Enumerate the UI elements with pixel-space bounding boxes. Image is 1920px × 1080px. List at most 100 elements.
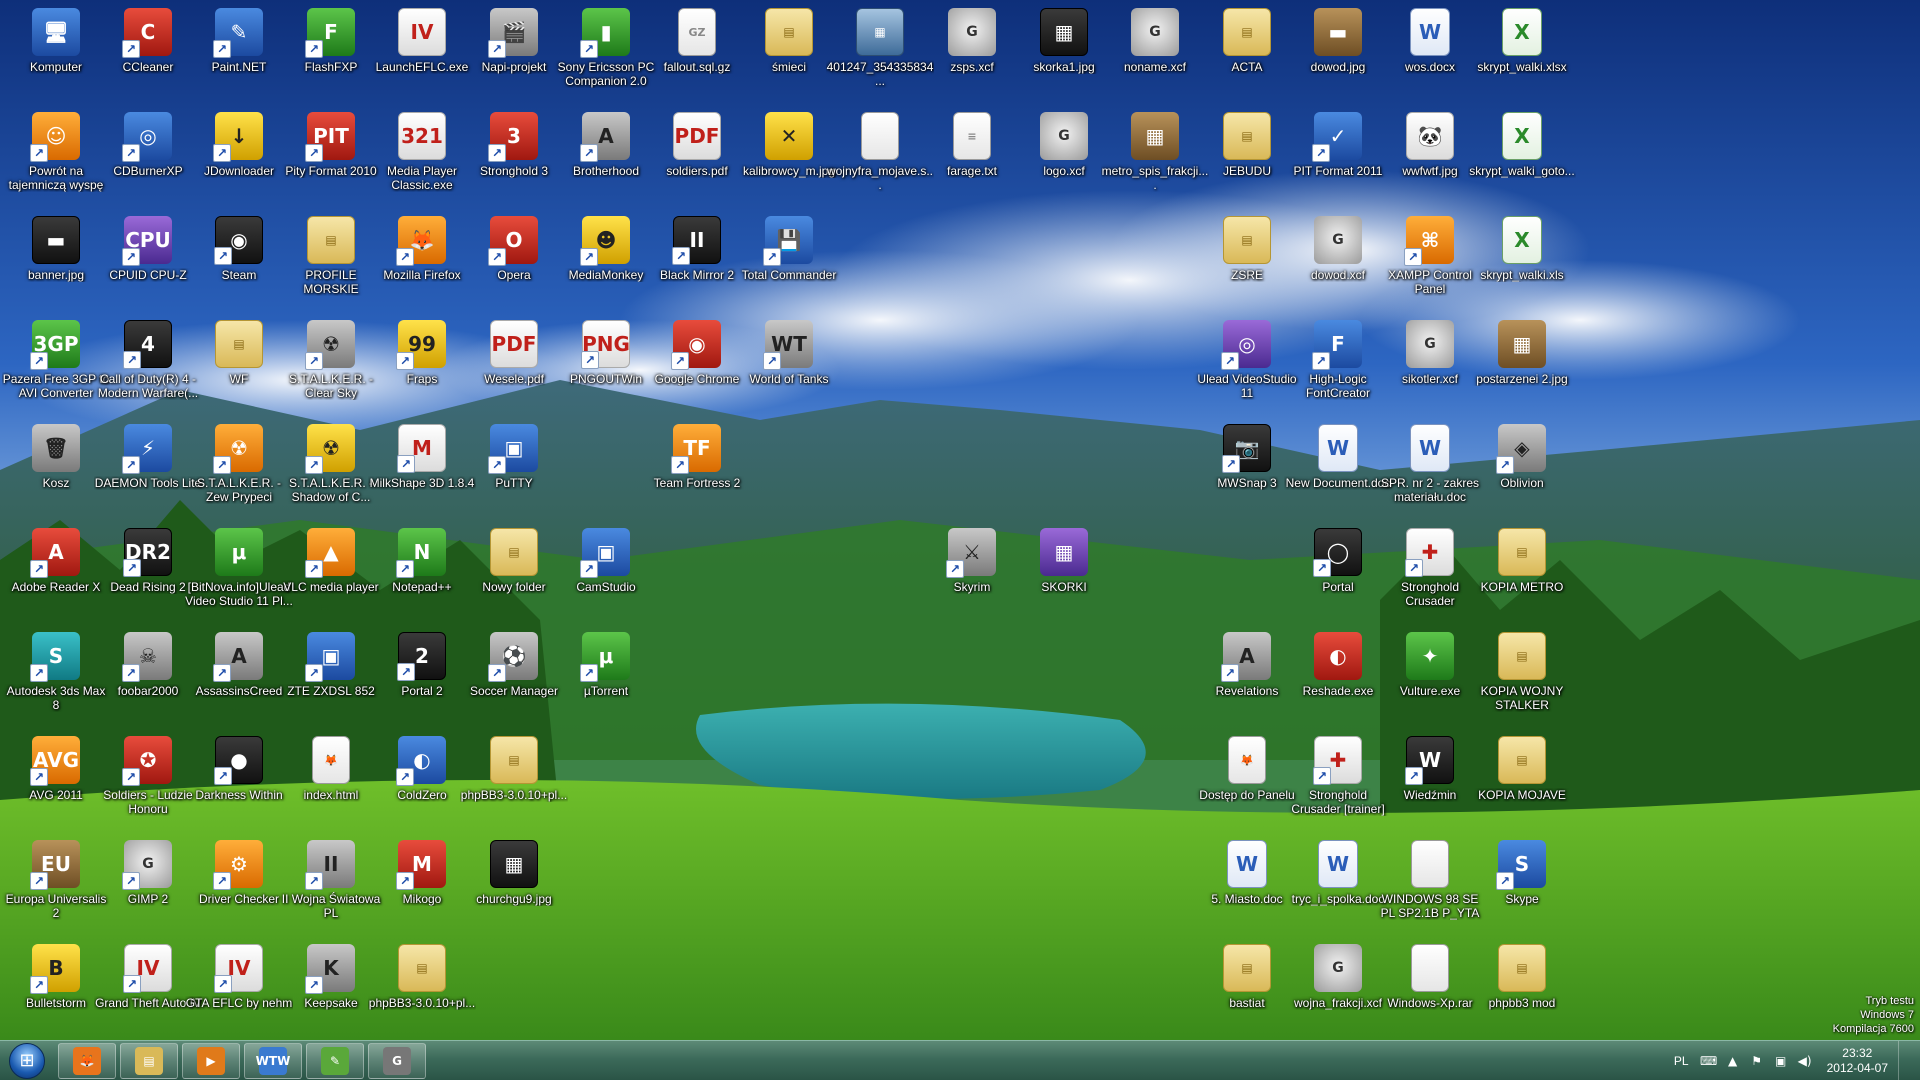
exe-icon: IV [398, 8, 446, 56]
chrome-icon: ◉ [671, 320, 721, 370]
notepad-icon: N [396, 528, 446, 578]
folder-icon: ▤ [1223, 944, 1271, 992]
desktop-icon[interactable]: μ µTorrent [550, 628, 662, 732]
desktop-icon[interactable]: ◈ Oblivion [1466, 420, 1578, 524]
folder-icon: ▤ [490, 736, 538, 784]
skype-icon: S [1496, 840, 1546, 890]
desktop-icon[interactable]: ▤ KOPIA WOJNY STALKER [1466, 628, 1578, 732]
desktop-icon[interactable]: S Skype [1466, 836, 1578, 940]
keyboard-icon[interactable]: ⌨ [1700, 1053, 1717, 1069]
desktop-icon-label: Oblivion [1500, 476, 1544, 490]
desktop-icon[interactable]: ▦ churchgu9.jpg [458, 836, 570, 940]
putty-icon: ▣ [488, 424, 538, 474]
tax-icon: ✓ [1312, 112, 1362, 162]
network-icon[interactable]: ▣ [1773, 1053, 1789, 1069]
desktop-icon-label: phpBB3-3.0.10+pl... [368, 996, 476, 1010]
flag-icon[interactable]: ⚑ [1749, 1053, 1765, 1069]
daemon-tools-icon: ⚡ [122, 424, 172, 474]
desktop-icon[interactable]: ▣ CamStudio [550, 524, 662, 628]
notepad-icon: ✎ [321, 1046, 349, 1075]
folder-icon: ▤ [135, 1046, 163, 1075]
game-icon: 3 [488, 112, 538, 162]
watermark-line-2: Windows 7 [1860, 1009, 1914, 1021]
html-file-icon: 🦊 [1228, 736, 1266, 784]
game-icon: IV [123, 944, 172, 993]
desktop-icon-label: Skype [1505, 892, 1539, 906]
desktop-icon[interactable]: WT World of Tanks [733, 316, 845, 420]
word-file-icon: W [1227, 840, 1267, 888]
folder-icon: ▤ [1498, 944, 1546, 992]
watermark-line-1: Tryb testu [1865, 995, 1915, 1007]
desktop-icon[interactable]: ▤ KOPIA MOJAVE [1466, 732, 1578, 836]
excel-file-icon: X [1502, 112, 1542, 160]
desktop-icon-area: 🖥Komputer☺Powrót na tajemniczą wyspę▬ban… [0, 0, 1920, 1040]
excel-file-icon: X [1502, 216, 1542, 264]
image-file-icon: ▬ [32, 216, 80, 264]
desktop-icon[interactable]: ▤ KOPIA METRO [1466, 524, 1578, 628]
total-commander-icon: 💾 [763, 216, 813, 266]
show-desktop-button[interactable] [1898, 1041, 1912, 1080]
utorrent-icon: μ [580, 632, 630, 682]
desktop-icon-label: KOPIA METRO [1480, 580, 1564, 594]
desktop-icon[interactable]: 💾 Total Commander [733, 212, 845, 316]
image-file-icon: ▦ [856, 8, 904, 56]
ccleaner-icon: C [122, 8, 172, 58]
desktop-icon-label: KOPIA WOJNY STALKER [1480, 684, 1564, 712]
fraps-icon: 99 [396, 320, 446, 370]
desktop-icon-label: KOPIA MOJAVE [1478, 788, 1566, 802]
image-file-icon: ▦ [1040, 8, 1088, 56]
folder-icon: ▤ [398, 944, 446, 992]
start-button[interactable]: ⊞ [0, 1041, 54, 1080]
word-file-icon: W [1410, 424, 1450, 472]
firefox-taskbar-button[interactable]: 🦊 [58, 1042, 116, 1079]
language-indicator[interactable]: PL [1674, 1054, 1689, 1068]
folder-icon: ▤ [765, 8, 813, 56]
game-icon: ⚔ [946, 528, 996, 578]
desktop-icon[interactable]: Xskrypt_walki.xlsx [1466, 4, 1578, 108]
desktop-icon-label: Total Commander [741, 268, 837, 282]
xcf-file-icon: G [1406, 320, 1454, 368]
folder-icon: ▤ [1223, 216, 1271, 264]
game-icon: ⚽ [488, 632, 538, 682]
game-icon: DR2 [123, 528, 172, 577]
xcf-file-icon: G [1314, 216, 1362, 264]
desktop-icon-label: Team Fortress 2 [653, 476, 741, 490]
xcf-file-icon: G [1040, 112, 1088, 160]
wtw-taskbar-button[interactable]: WTW [244, 1042, 302, 1079]
image-file-icon: ▬ [1314, 8, 1362, 56]
media-player-taskbar-button[interactable]: ▶ [182, 1042, 240, 1079]
folder-icon: ▤ [1498, 632, 1546, 680]
mikogo-icon: M [396, 840, 446, 890]
folder-icon: ▤ [1223, 8, 1271, 56]
show-hidden-icons-icon[interactable]: ▲ [1725, 1053, 1741, 1069]
xampp-icon: ⌘ [1404, 216, 1454, 266]
desktop-icon[interactable]: ▦ SKORKI [1008, 524, 1120, 628]
recycle-bin-icon: 🗑 [32, 424, 80, 472]
clock[interactable]: 23:32 2012-04-07 [1827, 1046, 1888, 1076]
volume-icon[interactable]: ◀) [1797, 1053, 1813, 1069]
clapperboard-icon: 🎬 [488, 8, 538, 58]
game-icon: ✚ [1313, 736, 1362, 785]
videostudio-icon: ◎ [1221, 320, 1271, 370]
game-icon: IV [214, 944, 263, 993]
word-file-icon: W [1410, 8, 1450, 56]
explorer-taskbar-button[interactable]: ▤ [120, 1042, 178, 1079]
desktop-icon[interactable]: ▤ phpBB3-3.0.10+pl... [458, 732, 570, 836]
desktop-icon[interactable]: Xskrypt_walki.xls [1466, 212, 1578, 316]
notepad-taskbar-button[interactable]: ✎ [306, 1042, 364, 1079]
desktop-icon[interactable]: ▦ postarzenei 2.jpg [1466, 316, 1578, 420]
paint-icon: ✎ [213, 8, 263, 58]
firefox-icon: 🦊 [73, 1046, 101, 1075]
gimp-taskbar-button[interactable]: G [368, 1042, 426, 1079]
desktop-icon[interactable]: ▤ phpBB3-3.0.10+pl... [366, 940, 478, 1044]
desktop-icon[interactable]: TF Team Fortress 2 [641, 420, 753, 524]
folder-icon: ▤ [1223, 112, 1271, 160]
game-icon: WT [763, 320, 813, 370]
desktop-icon[interactable]: ▤ phpbb3 mod [1466, 940, 1578, 1044]
avg-icon: AVG [30, 736, 80, 786]
archive-file-icon: GZ [678, 8, 716, 56]
desktop-icon[interactable]: Xskrypt_walki_goto... [1466, 108, 1578, 212]
xcf-file-icon: G [1131, 8, 1179, 56]
converter-icon: 3GP [30, 320, 80, 370]
folder-icon: ▤ [1498, 736, 1546, 784]
